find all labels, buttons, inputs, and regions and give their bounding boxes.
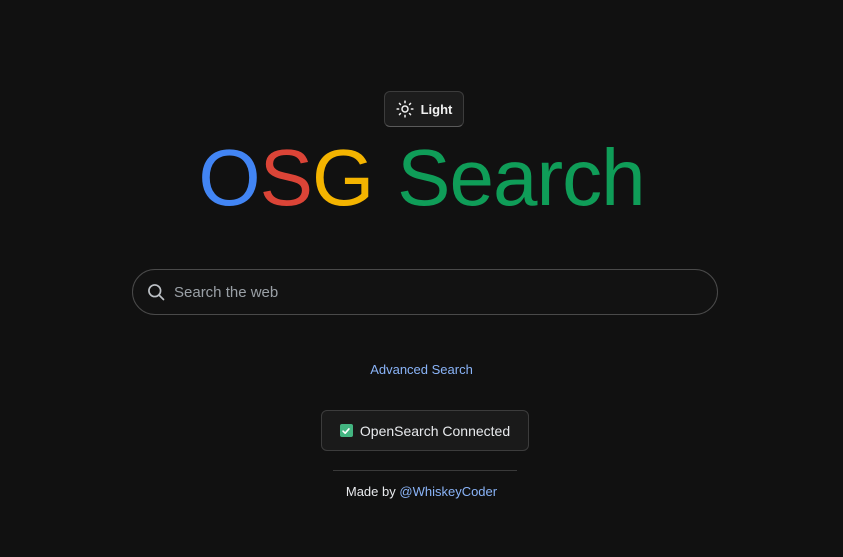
logo-letter-s: S <box>259 133 313 222</box>
status-badge: OpenSearch Connected <box>321 410 529 451</box>
logo-word-search: Search <box>397 133 645 222</box>
advanced-search-link[interactable]: Advanced Search <box>370 362 473 377</box>
footer-divider <box>333 470 517 471</box>
footer-prefix: Made by <box>345 484 396 499</box>
logo-letter-g: G <box>311 133 374 222</box>
author-link[interactable]: @WhiskeyCoder <box>399 484 497 499</box>
check-icon <box>339 424 353 437</box>
advanced-search-row: Advanced Search <box>0 362 843 377</box>
theme-toggle-label: Light <box>420 101 453 117</box>
status-text: OpenSearch Connected <box>359 422 511 439</box>
page: Light OSG Search Advanced Search OpenSear… <box>0 0 843 557</box>
search-box[interactable] <box>132 269 718 315</box>
search-input[interactable] <box>174 270 697 314</box>
sun-icon <box>395 100 414 118</box>
theme-toggle-button[interactable]: Light <box>384 91 464 127</box>
search-icon <box>148 284 165 301</box>
footer: Made by @WhiskeyCoder <box>0 484 843 499</box>
logo: OSG Search <box>0 133 843 223</box>
logo-letter-o: O <box>198 133 260 222</box>
